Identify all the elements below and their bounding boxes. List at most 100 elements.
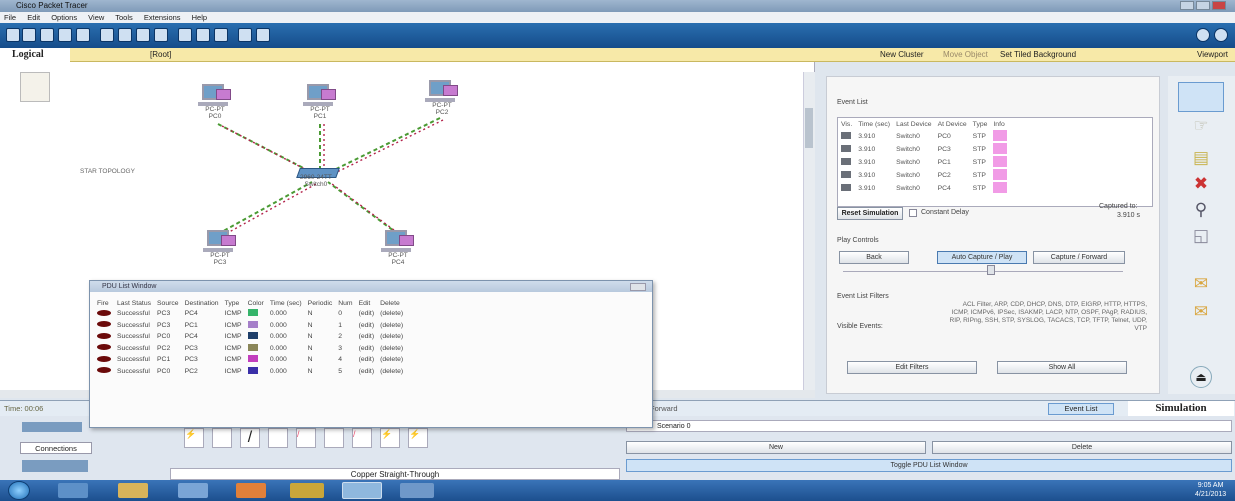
fire-button[interactable] [97, 367, 111, 374]
fiber-cable-icon[interactable]: / [296, 428, 316, 448]
switch0-device[interactable]: 2960-24TT Switch0 [294, 166, 342, 200]
speed-slider-track[interactable] [843, 271, 1123, 272]
event-row[interactable]: 3.910 Switch0 PC4 STP [838, 182, 1010, 195]
packet-tracer-taskbar-icon[interactable] [342, 482, 382, 499]
pdu-delete-link[interactable]: (delete) [377, 366, 406, 378]
menu-tools[interactable]: Tools [115, 13, 133, 22]
minimize-button[interactable] [1180, 1, 1194, 10]
place-note-icon[interactable]: ▤ [1188, 148, 1214, 168]
info-icon[interactable] [1196, 28, 1210, 42]
straight-through-cable-icon[interactable]: / [240, 428, 260, 448]
info-color-cell[interactable] [993, 156, 1008, 167]
device-category-icons[interactable] [22, 422, 82, 432]
fire-button[interactable] [97, 344, 111, 351]
show-all-button[interactable]: Show All [997, 361, 1127, 374]
pc1-device[interactable]: PC-PT PC1 [298, 84, 358, 124]
pdu-edit-link[interactable]: (edit) [356, 343, 378, 355]
set-tiled-background-button[interactable]: Set Tiled Background [1000, 48, 1076, 62]
open-file-icon[interactable] [22, 28, 36, 42]
word-taskbar-icon[interactable] [400, 483, 434, 498]
firefox-taskbar-icon[interactable] [236, 483, 266, 498]
add-complex-pdu-icon[interactable]: ✉ [1188, 302, 1214, 322]
serial-dte-icon[interactable]: ⚡ [408, 428, 428, 448]
new-cluster-button[interactable]: New Cluster [880, 48, 924, 62]
select-tool-icon[interactable] [1178, 82, 1224, 112]
move-object-button[interactable]: Move Object [943, 48, 988, 62]
new-file-icon[interactable] [6, 28, 20, 42]
logical-tab[interactable]: Logical [0, 48, 70, 62]
phone-cable-icon[interactable] [324, 428, 344, 448]
pc2-device[interactable]: PC-PT PC2 [420, 80, 480, 120]
fire-button[interactable] [97, 309, 111, 316]
delete-tool-icon[interactable]: ✖ [1188, 174, 1214, 194]
connections-category[interactable]: Connections [20, 442, 92, 454]
pdu-edit-link[interactable]: (edit) [356, 354, 378, 366]
add-simple-pdu-icon[interactable]: ✉ [1188, 274, 1214, 294]
resize-shape-icon[interactable]: ◱ [1188, 226, 1214, 246]
zoom-reset-icon[interactable] [196, 28, 210, 42]
coaxial-cable-icon[interactable]: / [352, 428, 372, 448]
event-list-toggle-button[interactable]: Event List [1048, 403, 1114, 415]
magnify-icon[interactable]: ⚲ [1188, 200, 1214, 220]
info-color-cell[interactable] [993, 169, 1008, 180]
info-color-cell[interactable] [993, 143, 1008, 154]
pdu-delete-link[interactable]: (delete) [377, 343, 406, 355]
menu-file[interactable]: File [4, 13, 16, 22]
speed-slider-handle[interactable] [987, 265, 995, 275]
capture-forward-button[interactable]: Capture / Forward [1033, 251, 1125, 264]
pc4-device[interactable]: PC-PT PC4 [376, 230, 436, 270]
print-icon[interactable] [58, 28, 72, 42]
event-row[interactable]: 3.910 Switch0 PC1 STP [838, 156, 1010, 169]
save-icon[interactable] [40, 28, 54, 42]
info-color-cell[interactable] [993, 130, 1008, 141]
constant-delay-checkbox[interactable] [909, 209, 917, 217]
back-button[interactable]: Back [839, 251, 909, 264]
copy-icon[interactable] [100, 28, 114, 42]
console-cable-icon[interactable] [212, 428, 232, 448]
toggle-pdu-list-button[interactable]: Toggle PDU List Window [626, 459, 1232, 472]
event-row[interactable]: 3.910 Switch0 PC0 STP [838, 130, 1010, 143]
app-taskbar-icon[interactable] [290, 483, 324, 498]
help-icon[interactable] [1214, 28, 1228, 42]
menu-options[interactable]: Options [51, 13, 77, 22]
device-subcategory-icons[interactable] [22, 460, 88, 472]
pdu-delete-link[interactable]: (delete) [377, 320, 406, 332]
paste-icon[interactable] [118, 28, 132, 42]
pdu-edit-link[interactable]: (edit) [356, 331, 378, 343]
zoom-in-icon[interactable] [178, 28, 192, 42]
pdu-edit-link[interactable]: (edit) [356, 320, 378, 332]
new-scenario-button[interactable]: New [626, 441, 926, 454]
viewport-button[interactable]: Viewport [1197, 48, 1228, 62]
root-breadcrumb[interactable]: [Root] [150, 48, 171, 62]
scenario-select[interactable]: Scenario 0 [626, 420, 1232, 432]
custom-device-icon[interactable] [256, 28, 270, 42]
menu-view[interactable]: View [88, 13, 104, 22]
serial-dce-icon[interactable]: ⚡ [380, 428, 400, 448]
pdu-delete-link[interactable]: (delete) [377, 354, 406, 366]
pdu-window-close-button[interactable] [630, 283, 646, 291]
maximize-button[interactable] [1196, 1, 1210, 10]
workspace-vertical-scrollbar[interactable] [803, 72, 815, 390]
pdu-delete-link[interactable]: (delete) [377, 308, 406, 320]
event-row[interactable]: 3.910 Switch0 PC3 STP [838, 143, 1010, 156]
activity-wizard-icon[interactable] [76, 28, 90, 42]
edit-filters-button[interactable]: Edit Filters [847, 361, 977, 374]
automatic-cable-icon[interactable]: ⚡ [184, 428, 204, 448]
event-row[interactable]: 3.910 Switch0 PC2 STP [838, 169, 1010, 182]
menu-help[interactable]: Help [192, 13, 207, 22]
delete-scenario-button[interactable]: Delete [932, 441, 1232, 454]
start-button[interactable] [8, 481, 30, 500]
redo-icon[interactable] [154, 28, 168, 42]
info-color-cell[interactable] [993, 182, 1008, 193]
menu-extensions[interactable]: Extensions [144, 13, 181, 22]
simulation-mode-tab[interactable]: Simulation [1128, 401, 1234, 416]
close-button[interactable] [1212, 1, 1226, 10]
fire-button[interactable] [97, 321, 111, 328]
crossover-cable-icon[interactable] [268, 428, 288, 448]
undo-icon[interactable] [136, 28, 150, 42]
media-taskbar-icon[interactable] [178, 483, 208, 498]
zoom-out-icon[interactable] [214, 28, 228, 42]
inspect-icon[interactable]: ☞ [1188, 116, 1214, 136]
ie-taskbar-icon[interactable] [58, 483, 88, 498]
pc0-device[interactable]: PC-PT PC0 [193, 84, 253, 124]
